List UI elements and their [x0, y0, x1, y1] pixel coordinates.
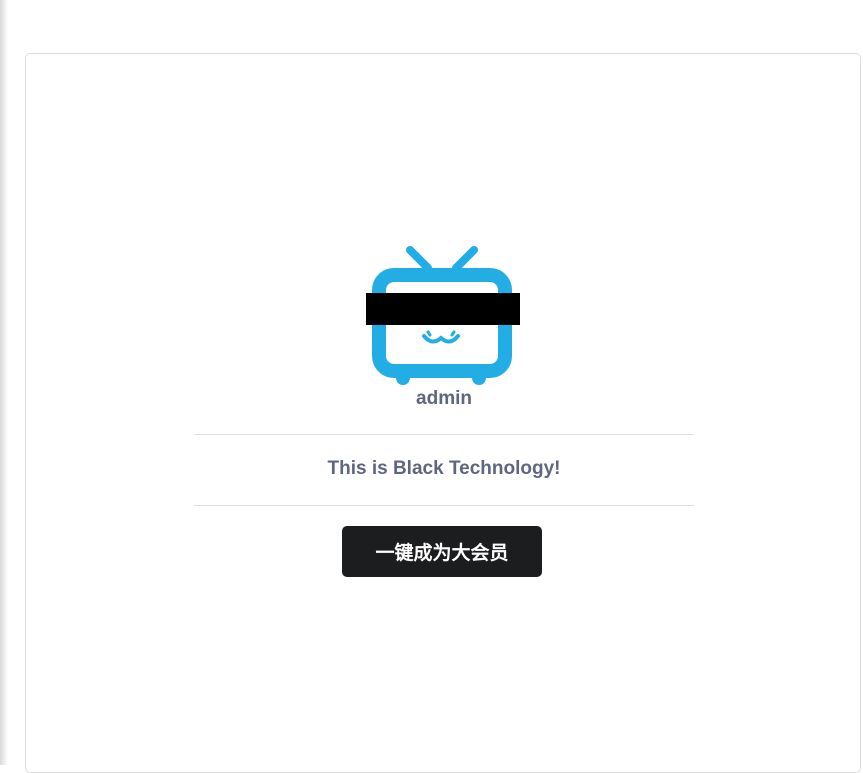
divider [194, 434, 694, 435]
profile-motto: This is Black Technology! [327, 458, 561, 479]
divider [194, 505, 694, 506]
tv-icon [366, 246, 520, 385]
become-vip-button[interactable]: 一键成为大会员 [342, 526, 542, 577]
profile-card: admin This is Black Technology! 一键成为大会员 [25, 53, 861, 773]
left-shadow [0, 0, 8, 765]
username: admin [416, 388, 472, 409]
censor-bar [366, 293, 520, 325]
